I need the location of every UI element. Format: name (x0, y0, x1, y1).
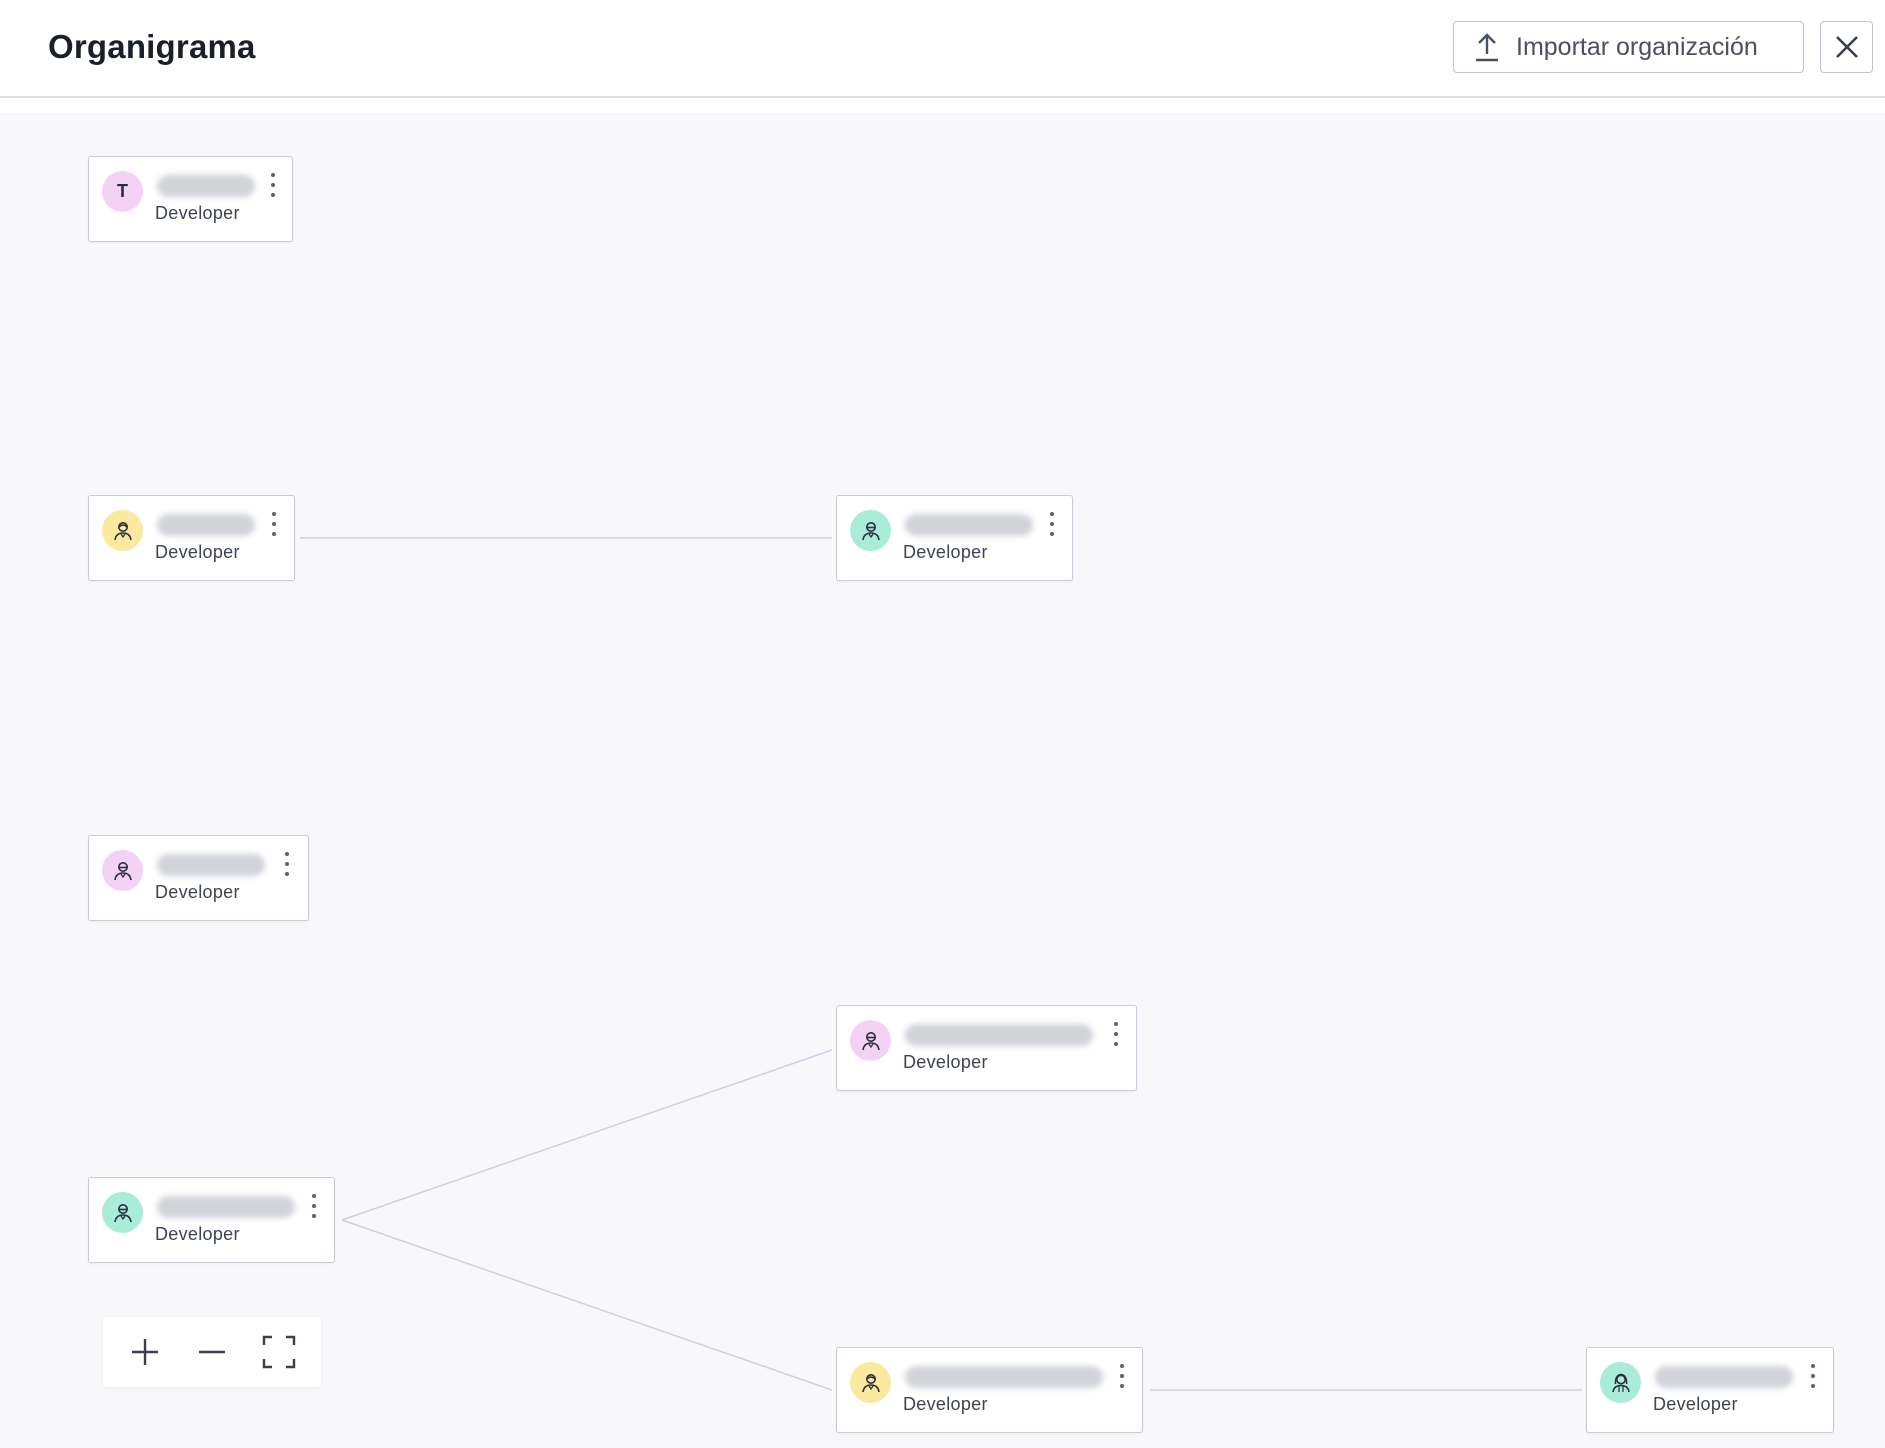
node-role: Developer (903, 1394, 988, 1414)
org-node[interactable]: Developer (88, 1177, 335, 1263)
avatar-initial: T (117, 181, 128, 201)
avatar (850, 1362, 891, 1403)
node-menu-icon[interactable] (307, 1194, 321, 1218)
node-name-redacted (905, 514, 1033, 536)
node-role: Developer (903, 1052, 988, 1072)
zoom-in-button[interactable] (123, 1330, 167, 1374)
user-icon (861, 1031, 880, 1050)
zoom-controls (103, 1317, 321, 1387)
node-name-redacted (157, 1196, 295, 1218)
node-name-redacted (905, 1366, 1103, 1388)
page-title: Organigrama (48, 28, 256, 65)
node-role: Developer (903, 542, 988, 562)
avatar (850, 510, 891, 551)
avatar (850, 1020, 891, 1061)
upload-icon (1476, 33, 1498, 62)
zoom-out-button[interactable] (190, 1330, 234, 1374)
org-chart-canvas[interactable]: T Developer Developer Developer Develope… (0, 113, 1885, 1448)
org-node[interactable]: Developer (88, 495, 295, 581)
node-menu-icon[interactable] (267, 512, 281, 536)
user-icon (861, 1373, 880, 1392)
org-node[interactable]: Developer (836, 1005, 1137, 1091)
org-node[interactable]: T Developer (88, 156, 293, 242)
fullscreen-icon (263, 1335, 296, 1369)
node-role: Developer (155, 1224, 240, 1244)
node-menu-icon[interactable] (1115, 1364, 1129, 1388)
user-female-icon (1611, 1373, 1630, 1392)
close-button[interactable] (1820, 21, 1873, 73)
avatar (102, 1192, 143, 1233)
user-icon (113, 1203, 132, 1222)
close-icon (1835, 36, 1858, 58)
node-role: Developer (155, 203, 240, 223)
import-organization-label: Importar organización (1516, 32, 1758, 61)
node-menu-icon[interactable] (1806, 1364, 1820, 1388)
plus-icon (131, 1339, 158, 1365)
link-n6-n7 (341, 1219, 833, 1391)
org-node[interactable]: Developer (836, 1347, 1143, 1433)
node-role: Developer (1653, 1394, 1738, 1414)
user-icon (113, 521, 132, 540)
node-name-redacted (157, 175, 255, 197)
import-organization-button[interactable]: Importar organización (1453, 21, 1804, 73)
user-icon (861, 521, 880, 540)
node-name-redacted (1655, 1366, 1793, 1388)
node-menu-icon[interactable] (1109, 1022, 1123, 1046)
org-node[interactable]: Developer (88, 835, 309, 921)
node-menu-icon[interactable] (1045, 512, 1059, 536)
node-menu-icon[interactable] (280, 852, 294, 876)
node-name-redacted (157, 514, 255, 536)
node-name-redacted (157, 854, 265, 876)
user-icon (113, 861, 132, 880)
avatar (102, 510, 143, 551)
node-role: Developer (155, 542, 240, 562)
avatar (1600, 1362, 1641, 1403)
minus-icon (198, 1350, 225, 1354)
node-name-redacted (905, 1024, 1093, 1046)
node-role: Developer (155, 882, 240, 902)
node-menu-icon[interactable] (266, 173, 280, 197)
avatar: T (102, 171, 143, 212)
header: Organigrama Importar organización (0, 0, 1885, 98)
avatar (102, 850, 143, 891)
org-node[interactable]: Developer (836, 495, 1073, 581)
link-n6-n5 (341, 1049, 833, 1221)
org-node[interactable]: Developer (1586, 1347, 1834, 1433)
fit-view-button[interactable] (257, 1330, 301, 1374)
